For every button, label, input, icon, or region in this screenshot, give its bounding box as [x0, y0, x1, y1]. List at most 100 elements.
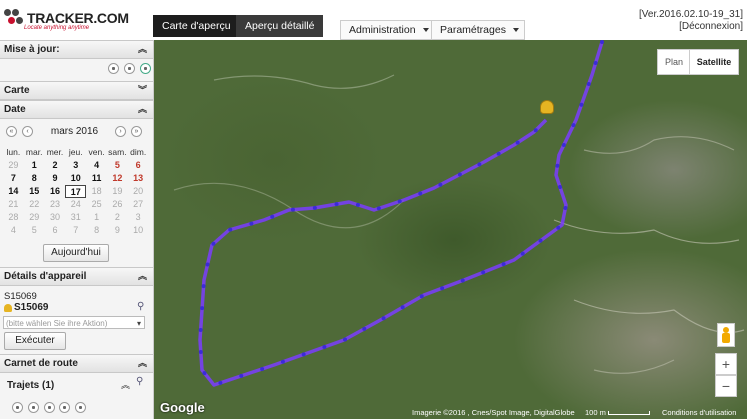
tab-overview-map[interactable]: Carte d'aperçu	[153, 15, 240, 37]
calendar-day[interactable]: 28	[3, 211, 24, 224]
search-icon[interactable]: ⚲	[137, 301, 144, 312]
route-point[interactable]	[260, 366, 265, 371]
calendar-day[interactable]: 1	[24, 159, 45, 172]
route-point[interactable]	[586, 81, 591, 86]
route-point[interactable]	[557, 184, 562, 189]
route-point[interactable]	[249, 221, 254, 226]
calendar-day[interactable]: 8	[24, 172, 45, 185]
play-icon[interactable]	[59, 402, 71, 413]
route-point[interactable]	[202, 371, 207, 376]
fast-forward-icon[interactable]	[75, 402, 87, 413]
route-point[interactable]	[600, 40, 604, 44]
terms-link[interactable]: Conditions d'utilisation	[662, 408, 736, 417]
google-logo[interactable]: Google	[160, 400, 205, 415]
route-point[interactable]	[201, 284, 206, 289]
calendar-day[interactable]: 14	[3, 185, 24, 198]
calendar-day[interactable]: 19	[107, 185, 128, 198]
calendar-day[interactable]: 4	[3, 224, 24, 237]
calendar-day[interactable]: 4	[86, 159, 107, 172]
calendar-day[interactable]: 21	[3, 198, 24, 211]
calendar-day[interactable]: 10	[128, 224, 149, 237]
calendar-day[interactable]: 11	[86, 172, 107, 185]
pause-icon[interactable]	[27, 402, 39, 413]
zoom-out-button[interactable]: −	[715, 375, 737, 397]
chevron-down-icon[interactable]: ︾	[138, 82, 147, 99]
route-point[interactable]	[538, 238, 543, 243]
route-point[interactable]	[457, 172, 462, 177]
search-icon[interactable]: ⚲	[136, 376, 143, 387]
route-point[interactable]	[561, 142, 566, 147]
calendar-day[interactable]: 9	[107, 224, 128, 237]
route-point[interactable]	[555, 163, 560, 168]
stop-icon[interactable]	[123, 63, 135, 74]
calendar-day[interactable]: 7	[65, 224, 86, 237]
calendar-day[interactable]: 5	[107, 159, 128, 172]
next-month-icon[interactable]: ›	[115, 126, 126, 137]
route-point[interactable]	[579, 102, 584, 107]
calendar-day[interactable]: 29	[3, 159, 24, 172]
menu-administration[interactable]: Administration	[340, 20, 435, 40]
route-point[interactable]	[419, 294, 424, 299]
calendar-day[interactable]: 31	[65, 211, 86, 224]
chevron-up-icon[interactable]: ︽	[138, 355, 147, 372]
chevron-up-icon[interactable]: ︽	[138, 101, 147, 118]
section-date-header[interactable]: Date ︽	[0, 100, 153, 119]
map-type-satellite[interactable]: Satellite	[689, 49, 739, 75]
execute-button[interactable]: Exécuter	[4, 332, 66, 350]
route-point[interactable]	[301, 352, 306, 357]
calendar-day[interactable]: 8	[86, 224, 107, 237]
route-point[interactable]	[312, 205, 317, 210]
route-point[interactable]	[280, 359, 285, 364]
action-select[interactable]: (bitte wählen Sie ihre Aktion) ▾	[3, 316, 145, 329]
play-icon[interactable]	[108, 63, 119, 74]
route-point[interactable]	[381, 316, 386, 321]
route-point[interactable]	[438, 182, 443, 187]
calendar-day[interactable]: 26	[107, 198, 128, 211]
tab-detailed-view[interactable]: Aperçu détaillé	[236, 15, 324, 37]
calendar-day[interactable]: 25	[86, 198, 107, 211]
calendar-day[interactable]: 2	[107, 211, 128, 224]
calendar-day[interactable]: 24	[65, 198, 86, 211]
next-year-icon[interactable]: »	[131, 126, 142, 137]
route-point[interactable]	[343, 337, 348, 342]
calendar-day[interactable]: 6	[45, 224, 66, 237]
today-button[interactable]: Aujourd'hui	[43, 244, 109, 262]
calendar-day[interactable]: 2	[45, 159, 66, 172]
route-point[interactable]	[440, 286, 445, 291]
section-map-header[interactable]: Carte ︾	[0, 81, 153, 100]
route-point[interactable]	[556, 225, 561, 230]
rewind-icon[interactable]	[12, 402, 23, 413]
route-point[interactable]	[198, 349, 203, 354]
route-point[interactable]	[218, 380, 223, 385]
calendar-day[interactable]: 15	[24, 185, 45, 198]
calendar-day[interactable]: 20	[128, 185, 149, 198]
section-device-header[interactable]: Détails d'appareil ︽	[0, 267, 153, 286]
calendar-day[interactable]: 23	[45, 198, 66, 211]
route-point[interactable]	[481, 270, 486, 275]
stop-icon[interactable]	[43, 402, 55, 413]
calendar-day[interactable]: 7	[3, 172, 24, 185]
route-point[interactable]	[205, 262, 210, 267]
route-point[interactable]	[198, 328, 203, 333]
calendar-day[interactable]: 16	[45, 185, 66, 198]
route-point[interactable]	[397, 199, 402, 204]
calendar-day[interactable]: 30	[45, 211, 66, 224]
chevron-up-icon[interactable]: ︽	[121, 378, 130, 391]
trips-label[interactable]: Trajets (1)	[7, 380, 54, 391]
route-point[interactable]	[355, 202, 360, 207]
route-point[interactable]	[501, 262, 506, 267]
route-point[interactable]	[533, 128, 538, 133]
calendar-day[interactable]: 1	[86, 211, 107, 224]
calendar-day[interactable]: 6	[128, 159, 149, 172]
pegman-icon[interactable]	[717, 323, 735, 347]
route-point[interactable]	[211, 241, 216, 246]
calendar-day[interactable]: 18	[86, 185, 107, 198]
section-update-header[interactable]: Mise à jour: ︽	[0, 40, 153, 59]
calendar-day[interactable]: 10	[65, 172, 86, 185]
chevron-up-icon[interactable]: ︽	[138, 41, 147, 58]
route-point[interactable]	[200, 306, 205, 311]
route-point[interactable]	[520, 251, 525, 256]
calendar-day[interactable]: 5	[24, 224, 45, 237]
route-point[interactable]	[418, 191, 423, 196]
refresh-icon[interactable]	[139, 63, 151, 74]
